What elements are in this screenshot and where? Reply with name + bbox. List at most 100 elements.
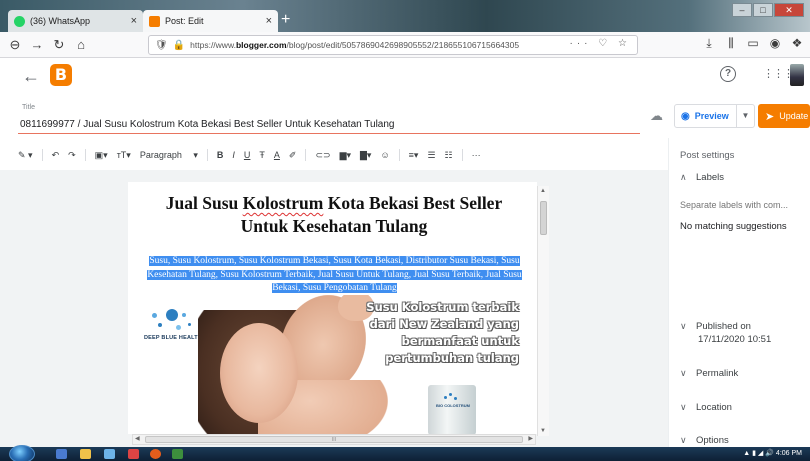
bulleted-list-icon[interactable]: ☷ <box>445 150 453 161</box>
update-label: Update <box>779 111 809 121</box>
scroll-down-icon[interactable]: ▼ <box>540 428 546 434</box>
scroll-up-icon[interactable]: ▲ <box>540 188 546 194</box>
preview-label: Preview <box>694 111 729 121</box>
scroll-thumb[interactable] <box>540 201 547 235</box>
promo-banner-image[interactable]: DEEP BLUE HEALTH Susu Kolostrum terbaik … <box>128 295 537 434</box>
taskbar-app-icon[interactable] <box>172 449 183 459</box>
chevron-down-icon[interactable]: ▼ <box>736 105 754 127</box>
windows-taskbar <box>0 447 810 461</box>
help-icon[interactable]: ? <box>720 66 736 82</box>
taskbar-app-icon[interactable] <box>56 449 67 459</box>
scroll-right-icon[interactable]: ▶ <box>528 435 533 442</box>
page-actions[interactable]: ··· ♡ ☆ <box>570 38 631 49</box>
link-icon[interactable]: ⊂⊃ <box>315 150 330 161</box>
clock: 4:06 PM <box>775 450 802 457</box>
tab-whatsapp[interactable]: (36) WhatsApp × <box>8 10 143 32</box>
new-tab-button[interactable]: + <box>281 11 290 29</box>
folder-icon[interactable] <box>80 449 91 459</box>
promo-line: dari New Zealand yang <box>369 317 519 331</box>
font-size-icon[interactable]: ᴛT▾ <box>117 150 131 161</box>
published-section[interactable]: ∨ Published on 17/11/2020 10:51 <box>680 320 771 346</box>
scroll-thumb[interactable]: III <box>145 436 523 443</box>
start-button[interactable] <box>9 445 35 461</box>
post-settings-heading: Post settings <box>680 150 735 161</box>
no-suggestions-text: No matching suggestions <box>680 221 787 232</box>
close-tab-icon[interactable]: × <box>131 15 137 27</box>
download-icon[interactable]: ⤓ <box>698 36 720 51</box>
promo-line: bermanfaat untuk <box>401 334 519 348</box>
chevron-down-icon: ∨ <box>680 435 687 445</box>
vertical-scrollbar[interactable]: ▲ ▼ <box>537 186 549 436</box>
options-section[interactable]: ∨ Options <box>680 435 729 446</box>
avatar[interactable] <box>790 64 804 86</box>
undo-icon[interactable]: ↶ <box>52 150 60 161</box>
divider <box>206 149 208 161</box>
post-title-input[interactable] <box>18 116 640 134</box>
browser-toolbar-right: ⤓ ⫼ ▭ ◉ ❖ ≡ <box>698 36 810 51</box>
labels-section[interactable]: ∧ Labels <box>680 172 724 183</box>
account-icon[interactable]: ◉ <box>764 36 786 51</box>
close-window-button[interactable]: ✕ <box>774 3 804 17</box>
italic-button[interactable]: I <box>232 150 235 160</box>
apps-grid-icon[interactable]: ⋮⋮⋮ <box>763 67 794 80</box>
video-icon[interactable]: ▇▾ <box>360 150 371 161</box>
shield-icon: 🛡 <box>155 39 168 51</box>
selected-keywords: Susu, Susu Kolostrum, Susu Kolostrum Bek… <box>136 255 533 296</box>
close-tab-icon[interactable]: × <box>266 15 272 27</box>
horizontal-scrollbar[interactable]: ◀ III ▶ <box>132 434 536 445</box>
back-arrow-icon[interactable]: ← <box>22 66 40 87</box>
redo-icon[interactable]: ↷ <box>68 150 76 161</box>
promo-line: pertumbuhan tulang <box>385 351 519 365</box>
blogger-icon <box>149 15 160 27</box>
image-icon[interactable]: ▆▾ <box>340 150 351 161</box>
preview-button[interactable]: ◉ Preview ▼ <box>674 104 755 128</box>
emoji-icon[interactable]: ☺ <box>380 150 389 160</box>
paragraph-select[interactable]: Paragraph ▾ <box>140 150 198 161</box>
bold-button[interactable]: B <box>217 150 224 160</box>
underline-button[interactable]: U <box>244 150 251 160</box>
divider <box>461 149 463 161</box>
text-style-icon[interactable]: ▣▾ <box>95 150 108 161</box>
taskbar-app-icon[interactable] <box>104 449 115 459</box>
align-icon[interactable]: ≡▾ <box>409 150 419 161</box>
text-color-button[interactable]: A <box>274 150 280 160</box>
url-path: /blog/post/edit/5057869042698905552/2186… <box>286 40 520 50</box>
home-button[interactable]: ⌂ <box>70 37 92 52</box>
promo-line: Susu Kolostrum terbaik <box>366 300 519 314</box>
post-heading: Jual Susu Kolostrum Kota Bekasi Best Sel… <box>142 192 526 238</box>
forward-button[interactable]: → <box>26 37 48 52</box>
extensions-icon[interactable]: ❖ <box>786 36 808 51</box>
permalink-section[interactable]: ∨ Permalink <box>680 368 738 379</box>
labels-input[interactable] <box>680 200 800 210</box>
scroll-left-icon[interactable]: ◀ <box>135 435 140 442</box>
location-section[interactable]: ∨ Location <box>680 402 732 413</box>
firefox-icon[interactable] <box>150 449 161 459</box>
divider <box>305 149 307 161</box>
tab-label: Post: Edit <box>165 16 204 26</box>
taskbar-app-icon[interactable] <box>128 449 139 459</box>
pen-mode-icon[interactable]: ✎ ▾ <box>18 150 33 161</box>
address-bar[interactable]: 🛡 🔒 https://www. blogger.com/blog/post/ed… <box>148 35 638 55</box>
post-body[interactable]: Jual Susu Kolostrum Kota Bekasi Best Sel… <box>128 182 537 434</box>
whatsapp-icon <box>14 15 25 27</box>
strikethrough-button[interactable]: Ŧ <box>259 150 265 160</box>
numbered-list-icon[interactable]: ☰ <box>427 150 435 161</box>
eye-icon: ◉ <box>681 110 690 122</box>
update-button[interactable]: ➤ Update <box>758 104 810 128</box>
blogger-logo[interactable]: B <box>50 64 72 86</box>
heading-part: Jual Susu <box>165 193 243 213</box>
highlight-icon[interactable]: ✐ <box>289 150 297 161</box>
product-label: BIO COLOSTRUM <box>436 403 470 408</box>
divider <box>84 149 86 161</box>
minimize-button[interactable]: – <box>732 3 752 17</box>
maximize-button[interactable]: □ <box>753 3 773 17</box>
back-button[interactable]: ⊖ <box>4 37 26 53</box>
more-options-icon[interactable]: ··· <box>472 150 481 160</box>
url-prefix: https://www. <box>190 40 236 50</box>
reload-button[interactable]: ↻ <box>48 37 70 53</box>
chevron-down-icon: ∨ <box>680 321 687 331</box>
sidebar-icon[interactable]: ▭ <box>742 36 764 51</box>
tab-post-edit[interactable]: Post: Edit × <box>143 10 278 32</box>
library-icon[interactable]: ⫼ <box>720 36 742 51</box>
divider <box>398 149 400 161</box>
